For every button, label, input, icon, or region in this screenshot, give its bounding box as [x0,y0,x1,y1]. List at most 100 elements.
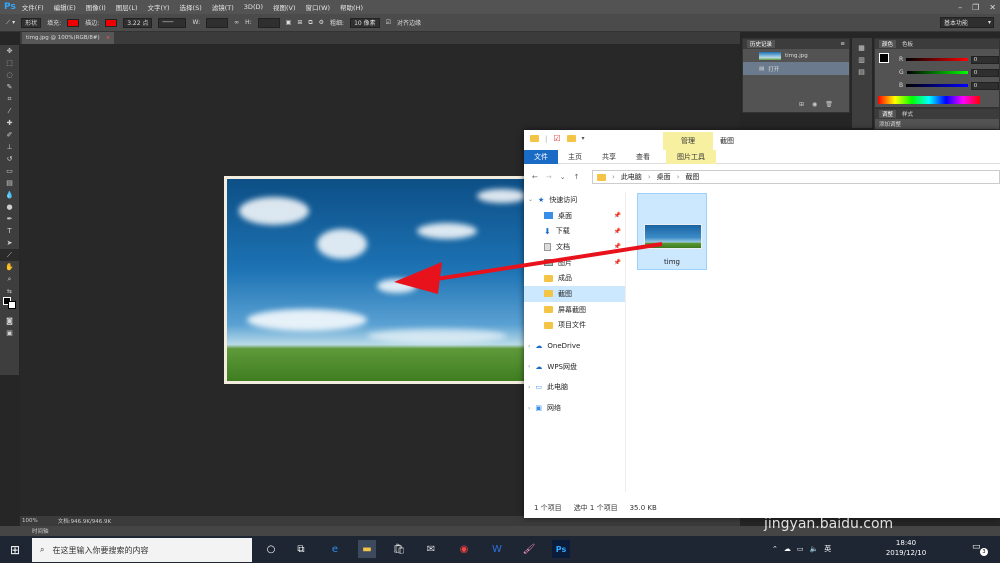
zoom-tool-icon[interactable]: ⌕ [0,273,19,285]
tab-file[interactable]: 文件 [524,149,558,164]
stroke-type-select[interactable]: ─── [158,17,187,28]
maximize-icon[interactable]: ❐ [972,3,979,12]
chevron-right-icon[interactable]: › [528,343,530,350]
ime-indicator[interactable]: 英 [824,544,831,554]
address-bar[interactable]: › 此电脑 › 桌面 › 截图 [592,170,1000,184]
height-field[interactable] [257,17,280,28]
hand-tool-icon[interactable]: ✋ [0,261,19,273]
crop-tool-icon[interactable]: ⌗ [0,93,19,105]
nav-quick-access[interactable]: ⌄ ★ 快速访问 [524,192,625,208]
network-tray-icon[interactable]: ▭ [797,545,804,553]
stroke-width-field[interactable]: 3.22 点 [123,17,153,28]
breadcrumb-desktop[interactable]: 桌面 [657,172,671,182]
menu-select[interactable]: 选择(S) [180,2,202,12]
path-align-icon[interactable]: ⊞ [297,19,302,26]
task-view-icon[interactable]: ⧉ [292,540,310,558]
document-tab[interactable]: timg.jpg @ 100%(RGB/8#) × [22,32,114,44]
workspace-select[interactable]: 基本功能 ▾ [940,17,994,28]
gradient-tool-icon[interactable]: ▤ [0,177,19,189]
path-ops-icon[interactable]: ▣ [286,19,292,26]
chevron-down-icon[interactable]: ⌄ [528,196,533,203]
properties-icon[interactable]: ☑ [553,134,560,143]
screen-mode-icon[interactable]: ▣ [0,327,19,339]
tab-color[interactable]: 颜色 [879,40,897,48]
menu-file[interactable]: 文件(F) [22,2,44,12]
timeline-label[interactable]: 时间轴 [32,527,49,535]
blue-slider[interactable] [906,84,968,87]
photoshop-taskbar-icon[interactable]: Ps [552,540,570,558]
line-shape-tool-icon[interactable]: ⟋ [0,249,19,261]
color-spectrum[interactable] [878,96,980,104]
foreground-color-swatch[interactable] [879,53,889,63]
nav-network[interactable]: › ▣ 网络 [524,400,625,416]
menu-help[interactable]: 帮助(H) [340,2,363,12]
properties-dock-icon[interactable]: ▥ [852,54,871,66]
line-tool-icon[interactable]: ⟋ ▾ [6,19,15,27]
menu-type[interactable]: 文字(Y) [148,2,170,12]
history-brush-icon[interactable]: ↺ [0,153,19,165]
forward-arrow-icon[interactable]: → [546,173,552,181]
tab-share[interactable]: 共享 [592,150,626,164]
align-edges-checkbox[interactable]: ☑ [386,19,391,26]
panel-menu-icon[interactable]: ≡ [840,41,845,47]
paint-icon[interactable]: 🖌 [520,540,538,558]
layers-dock-icon[interactable]: ▤ [852,66,871,78]
path-arrange-icon[interactable]: ⧉ [308,19,312,27]
type-tool-icon[interactable]: T [0,225,19,237]
tab-adjustments[interactable]: 调整 [879,110,897,118]
eraser-tool-icon[interactable]: ▭ [0,165,19,177]
cloud-tray-icon[interactable]: ☁ [784,545,791,553]
link-icon[interactable]: ∞ [234,19,239,26]
nav-onedrive[interactable]: › ☁ OneDrive [524,338,625,354]
shape-mode-select[interactable]: 形状 [21,17,42,28]
green-slider[interactable] [906,71,968,74]
tab-swatches[interactable]: 色板 [902,40,913,48]
tab-view[interactable]: 查看 [626,150,660,164]
trash-icon[interactable]: 🗑 [825,101,833,108]
new-document-icon[interactable]: ⊞ [799,101,804,108]
chevron-right-icon[interactable]: › [528,384,530,391]
breadcrumb-screenshots[interactable]: 截图 [685,172,699,182]
blur-tool-icon[interactable]: 💧 [0,189,19,201]
breadcrumb-this-pc[interactable]: 此电脑 [621,172,642,182]
camera-icon[interactable]: ◉ [812,101,817,108]
brush-tool-icon[interactable]: ✐ [0,129,19,141]
quick-select-tool-icon[interactable]: ✎ [0,81,19,93]
store-icon[interactable]: 🛍 [390,540,408,558]
file-explorer-taskbar-icon[interactable]: ▬ [358,540,376,558]
width-field[interactable] [206,17,229,28]
menu-edit[interactable]: 编辑(E) [54,2,76,12]
green-value[interactable]: 0 [970,68,999,77]
dodge-tool-icon[interactable]: ● [0,201,19,213]
history-open-step[interactable]: ▤ 打开 [743,62,849,75]
marquee-tool-icon[interactable]: ⬚ [0,57,19,69]
move-tool-icon[interactable]: ✥ [0,45,19,57]
close-tab-icon[interactable]: × [106,35,111,41]
red-value[interactable]: 0 [970,55,999,64]
back-arrow-icon[interactable]: ← [532,173,538,181]
up-arrow-icon[interactable]: ↑ [574,173,580,181]
chrome-icon[interactable]: ◉ [455,540,473,558]
nav-item-screen-captures[interactable]: 屏幕截图 [524,302,625,318]
color-swatches[interactable] [0,297,19,309]
healing-tool-icon[interactable]: ✚ [0,117,19,129]
path-select-tool-icon[interactable]: ➤ [0,237,19,249]
chevron-right-icon[interactable]: › [528,405,530,412]
minimize-icon[interactable]: – [958,3,962,12]
nav-item-downloads[interactable]: ⬇ 下载 📌 [524,223,625,239]
menu-window[interactable]: 窗口(W) [306,2,331,12]
taskbar-clock[interactable]: 18:40 2019/12/10 [884,538,928,558]
mail-icon[interactable]: ✉ [422,540,440,558]
nav-wps[interactable]: › ☁ WPS网盘 [524,359,625,375]
menu-filter[interactable]: 滤镜(T) [212,2,234,12]
quick-mask-icon[interactable]: ◙ [0,315,19,327]
weight-field[interactable]: 10 像素 [350,17,380,28]
tab-styles[interactable]: 样式 [902,110,913,118]
taskbar-search[interactable]: ⌕ 在这里输入你要搜索的内容 [32,538,252,562]
wps-icon[interactable]: W [488,540,506,558]
manage-contextual-tab[interactable]: 管理 [663,132,713,150]
stroke-swatch[interactable] [105,18,118,27]
history-dock-icon[interactable]: ▦ [852,42,871,54]
menu-3d[interactable]: 3D(D) [244,3,263,11]
menu-view[interactable]: 视图(V) [273,2,296,12]
